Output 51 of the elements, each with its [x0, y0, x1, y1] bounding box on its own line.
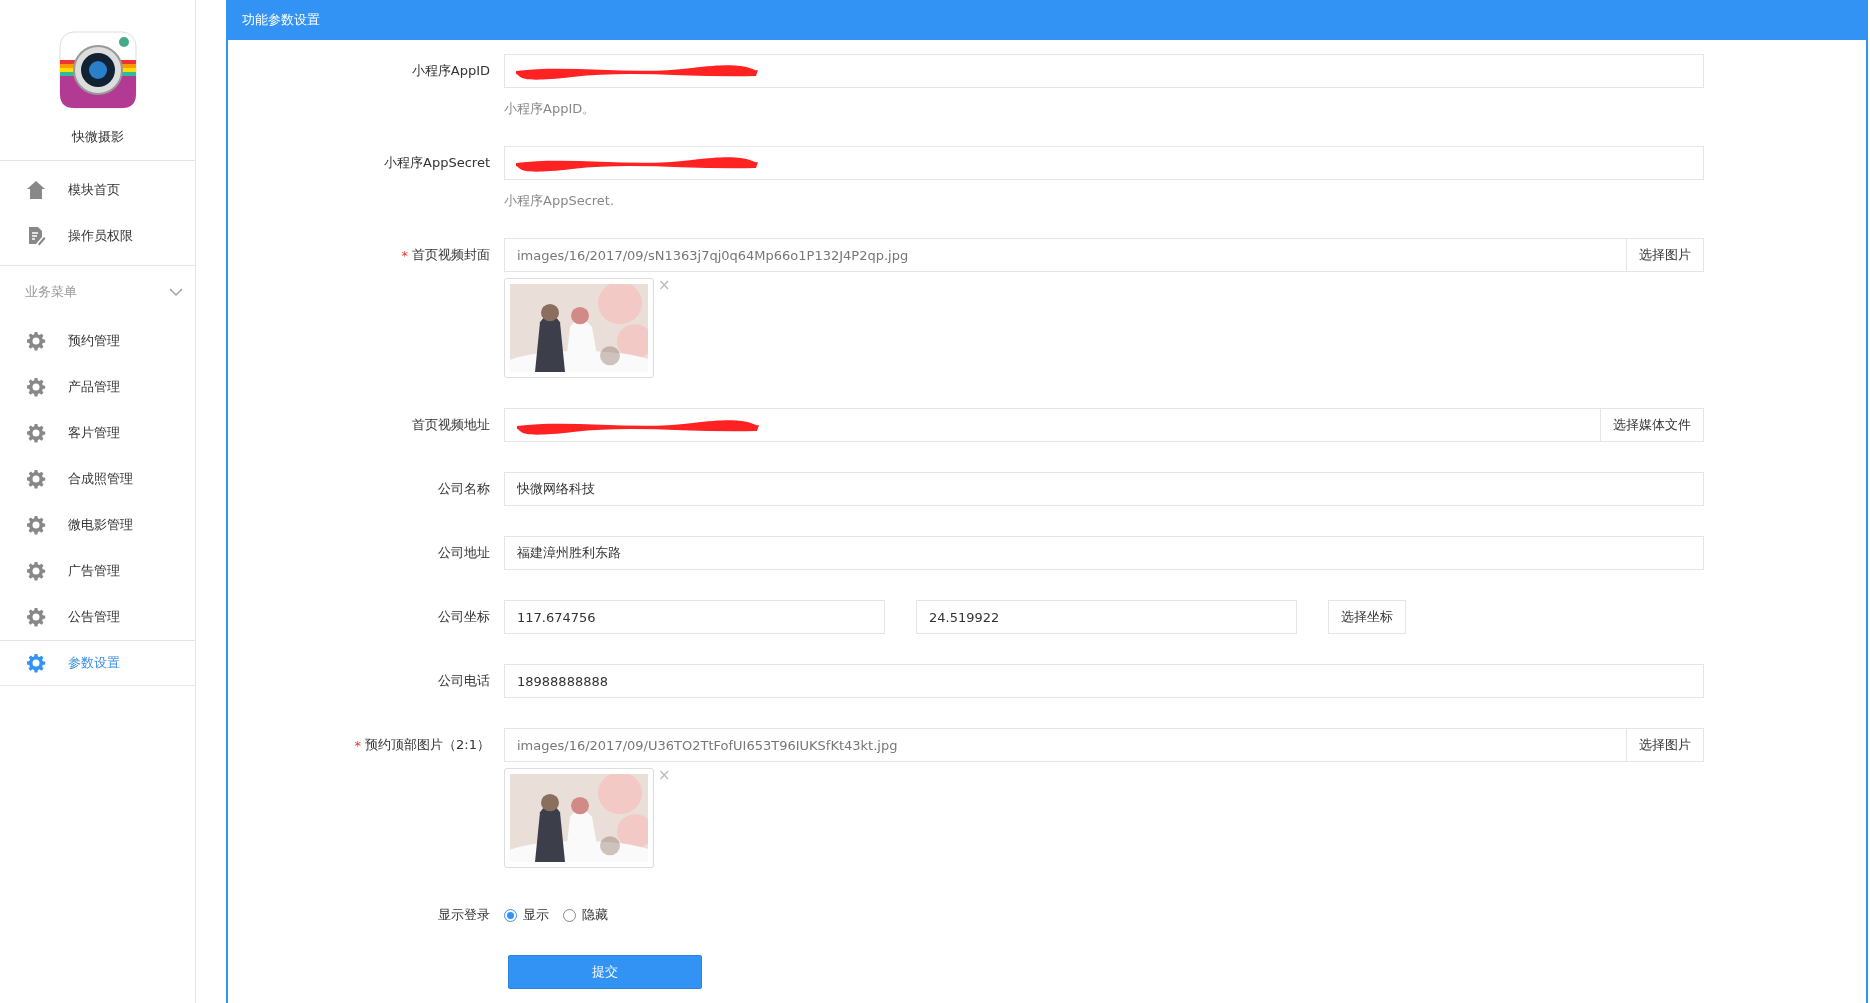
sidebar-item[interactable]: 公告管理: [0, 594, 195, 640]
gear-icon: [26, 331, 46, 351]
sidebar-item[interactable]: 产品管理: [0, 364, 195, 410]
field-label: 首页视频封面: [412, 246, 490, 264]
sidebar-item[interactable]: 模块首页: [0, 167, 195, 213]
sidebar-item[interactable]: 客片管理: [0, 410, 195, 456]
sidebar-item[interactable]: 预约管理: [0, 318, 195, 364]
image-path-field[interactable]: images/16/2017/09/U36TO2TtFofUI653T96IUKSfKt43kt.jpg 选择图片: [504, 728, 1704, 762]
document-icon: [26, 226, 46, 246]
select-coordinates-button[interactable]: 选择坐标: [1328, 600, 1406, 634]
gear-icon: [26, 515, 46, 535]
text-field[interactable]: [504, 146, 1704, 180]
radio-option[interactable]: 隐藏: [563, 906, 608, 924]
sidebar-item[interactable]: 广告管理: [0, 548, 195, 594]
image-path-field[interactable]: images/16/2017/09/sN1363j7qj0q64Mp66o1P132J4P2qp.jpg 选择图片: [504, 238, 1704, 272]
text-field[interactable]: 18988888888: [504, 664, 1704, 698]
sidebar-item[interactable]: 合成照管理: [0, 456, 195, 502]
media-url-field[interactable]: 选择媒体文件: [504, 408, 1704, 442]
sidebar-item[interactable]: 参数设置: [0, 640, 195, 686]
text-field[interactable]: 福建漳州胜利东路: [504, 536, 1704, 570]
text-field[interactable]: 快微网络科技: [504, 472, 1704, 506]
gear-icon: [26, 653, 46, 673]
sidebar-item[interactable]: 微电影管理: [0, 502, 195, 548]
gear-icon: [26, 377, 46, 397]
gear-icon: [26, 423, 46, 443]
required-mark: *: [401, 247, 408, 263]
field-label: 公司名称: [438, 480, 490, 498]
coordinate-field[interactable]: 24.519922: [916, 600, 1297, 634]
field-label: 小程序AppSecret: [384, 154, 490, 172]
field-label: 显示登录: [438, 906, 490, 924]
gear-icon: [26, 469, 46, 489]
help-text: 小程序AppSecret.: [504, 192, 615, 210]
gear-icon: [26, 561, 46, 581]
home-icon: [26, 180, 46, 200]
field-label: 公司电话: [438, 672, 490, 690]
app-name: 快微摄影: [71, 128, 124, 146]
coordinate-field[interactable]: 117.674756: [504, 600, 885, 634]
radio-option[interactable]: 显示: [504, 906, 549, 924]
text-field[interactable]: [504, 54, 1704, 88]
field-label: 公司坐标: [438, 608, 490, 626]
field-label: 预约顶部图片（2:1）: [365, 736, 490, 754]
required-mark: *: [354, 737, 362, 753]
sidebar-item[interactable]: 操作员权限: [0, 213, 195, 259]
gear-icon: [26, 607, 46, 627]
field-label: 公司地址: [438, 544, 490, 562]
help-text: 小程序AppID。: [504, 100, 596, 118]
chevron-icon: [169, 288, 183, 296]
camera-logo-icon: [57, 30, 138, 110]
panel-title: 功能参数设置: [242, 11, 320, 29]
field-label: 小程序AppID: [411, 62, 490, 80]
field-label: 首页视频地址: [412, 416, 490, 434]
